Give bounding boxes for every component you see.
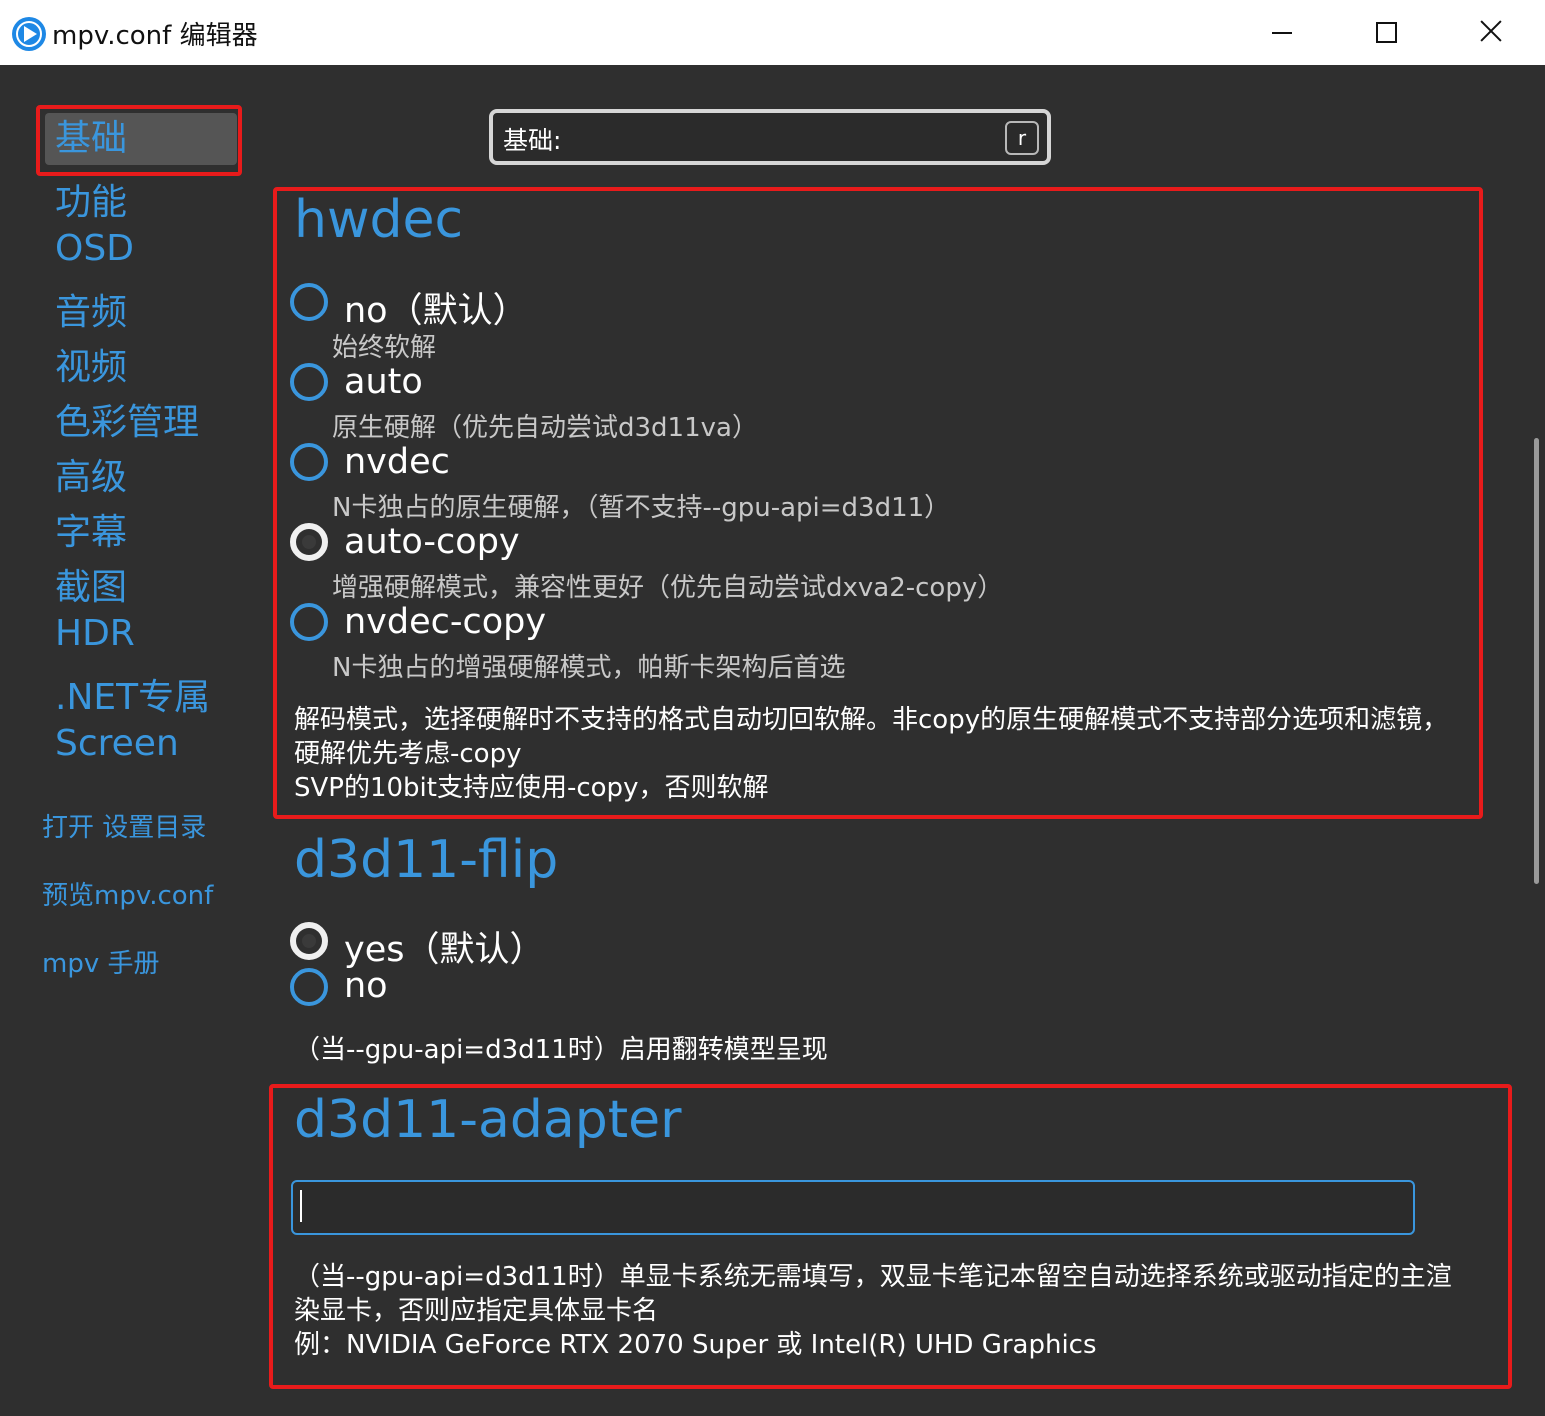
- minimize-icon: [1272, 32, 1292, 34]
- sidebar-item-color-management[interactable]: 色彩管理: [55, 393, 199, 445]
- title-bar: mpv.conf 编辑器: [0, 0, 1545, 65]
- window-title: mpv.conf 编辑器: [52, 21, 258, 51]
- vertical-scrollbar[interactable]: [1534, 438, 1539, 884]
- sidebar-item-features[interactable]: 功能: [55, 173, 127, 225]
- sidebar-item-hdr[interactable]: HDR: [55, 613, 135, 654]
- section-title-d3d11-adapter: d3d11-adapter: [294, 1090, 682, 1150]
- search-input[interactable]: 基础: r: [489, 109, 1051, 165]
- preview-mpv-conf-link[interactable]: 预览mpv.conf: [42, 875, 213, 912]
- sidebar-item-audio[interactable]: 音频: [55, 283, 127, 335]
- sidebar: 基础 功能 OSD 音频 视频 色彩管理 高级 字幕 截图 HDR .NET专属…: [0, 65, 270, 1416]
- mpv-app-icon: [12, 17, 46, 51]
- sidebar-item-basic[interactable]: 基础: [45, 113, 237, 165]
- section-help: （当--gpu-api=d3d11时）单显卡系统无需填写，双显卡笔记本留空自动选…: [294, 1262, 1452, 1292]
- option-label[interactable]: no（默认）: [344, 282, 528, 333]
- radio-hwdec-nvdec-copy[interactable]: [290, 603, 328, 641]
- search-key-hint: r: [1005, 121, 1039, 155]
- open-settings-folder-link[interactable]: 打开 设置目录: [42, 807, 206, 844]
- search-value: 基础:: [503, 126, 562, 155]
- close-icon: [1478, 18, 1504, 44]
- sidebar-item-dotnet[interactable]: .NET专属: [55, 668, 210, 720]
- option-label[interactable]: auto: [344, 362, 423, 402]
- section-help: 染显卡，否则应指定具体显卡名: [294, 1296, 659, 1326]
- option-desc: N卡独占的原生硬解，（暂不支持--gpu-api=d3d11）: [332, 493, 951, 523]
- close-button[interactable]: [1438, 0, 1543, 65]
- sidebar-item-screen[interactable]: Screen: [55, 723, 179, 764]
- radio-hwdec-auto-copy[interactable]: [290, 523, 328, 561]
- option-label[interactable]: nvdec-copy: [344, 602, 546, 642]
- radio-d3d11-flip-no[interactable]: [290, 968, 328, 1006]
- section-help: 解码模式，选择硬解时不支持的格式自动切回软解。非copy的原生硬解模式不支持部分…: [294, 705, 1449, 735]
- option-desc: 原生硬解（优先自动尝试d3d11va）: [332, 413, 758, 443]
- section-title-d3d11-flip: d3d11-flip: [294, 830, 559, 890]
- sidebar-item-subtitles[interactable]: 字幕: [55, 503, 127, 555]
- radio-d3d11-flip-yes[interactable]: [290, 922, 328, 960]
- d3d11-adapter-input[interactable]: [291, 1180, 1415, 1235]
- option-label[interactable]: nvdec: [344, 442, 450, 482]
- option-label[interactable]: auto-copy: [344, 522, 520, 562]
- radio-hwdec-auto[interactable]: [290, 363, 328, 401]
- sidebar-item-osd[interactable]: OSD: [55, 228, 134, 269]
- sidebar-item-advanced[interactable]: 高级: [55, 448, 127, 500]
- section-help: 硬解优先考虑-copy: [294, 739, 522, 769]
- option-label[interactable]: no: [344, 966, 388, 1006]
- radio-hwdec-nvdec[interactable]: [290, 443, 328, 481]
- app-window: mpv.conf 编辑器 基础 功能 OSD 音频 视频 色彩管理 高级 字幕 …: [0, 0, 1545, 1416]
- section-help: （当--gpu-api=d3d11时）启用翻转模型呈现: [294, 1035, 828, 1065]
- minimize-button[interactable]: [1227, 0, 1332, 65]
- section-title-hwdec: hwdec: [294, 190, 464, 250]
- section-help: 例：NVIDIA GeForce RTX 2070 Super 或 Intel(…: [294, 1330, 1097, 1360]
- option-label[interactable]: yes（默认）: [344, 921, 544, 972]
- text-caret: [300, 1190, 302, 1222]
- maximize-icon: [1376, 22, 1397, 43]
- radio-hwdec-no[interactable]: [290, 283, 328, 321]
- section-help: SVP的10bit支持应使用-copy，否则软解: [294, 773, 769, 803]
- option-desc: N卡独占的增强硬解模式，帕斯卡架构后首选: [332, 653, 846, 683]
- option-desc: 始终软解: [332, 333, 437, 363]
- maximize-button[interactable]: [1332, 0, 1437, 65]
- sidebar-item-video[interactable]: 视频: [55, 338, 127, 390]
- sidebar-item-screenshot[interactable]: 截图: [55, 558, 127, 610]
- mpv-manual-link[interactable]: mpv 手册: [42, 943, 159, 980]
- option-desc: 增强硬解模式，兼容性更好（优先自动尝试dxva2-copy）: [332, 573, 1004, 603]
